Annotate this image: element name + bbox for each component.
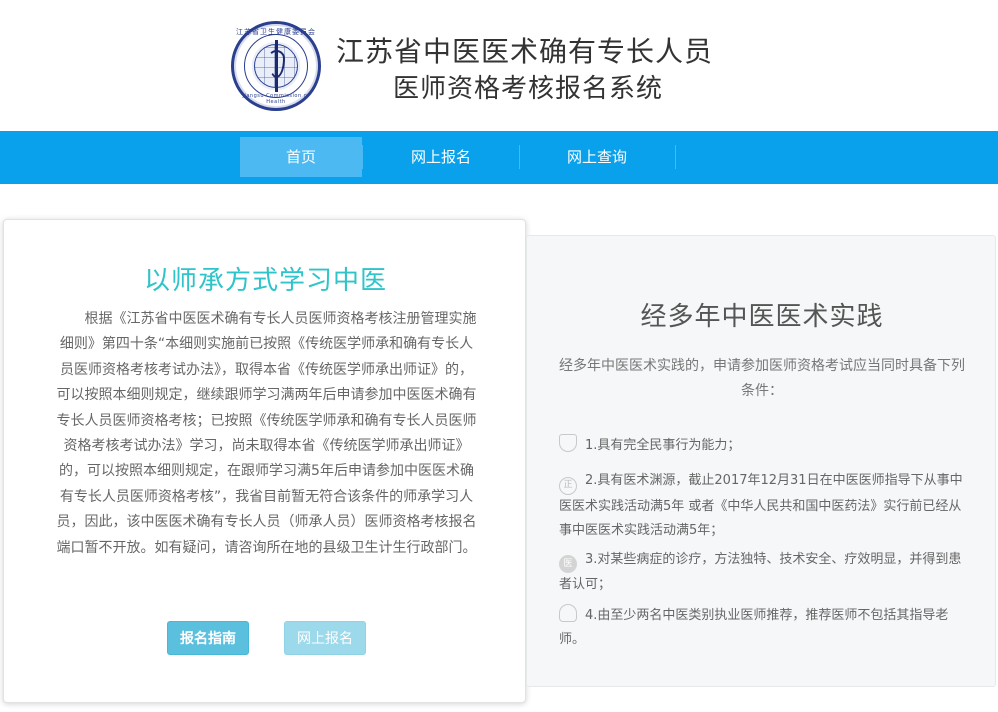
condition-text: 1.具有完全民事行为能力；: [585, 438, 741, 453]
registration-guide-button[interactable]: 报名指南: [167, 621, 249, 655]
condition-text: 2.具有医术渊源，截止2017年12月31日在中医医师指导下从事中医医术实践活动…: [559, 473, 963, 538]
practice-card-title: 经多年中医医术实践: [640, 302, 884, 332]
condition-item: 4.由至少两名中医类别执业医师推荐，推荐医师不包括其指导老师。: [559, 604, 969, 652]
nav-item-online-register[interactable]: 网上报名: [380, 137, 502, 177]
shield-icon: [559, 434, 577, 452]
condition-item: 1.具有完全民事行为能力；: [559, 434, 969, 458]
nav-divider: [519, 145, 520, 169]
apprenticeship-card-body: 根据《江苏省中医医术确有专长人员医师资格考核注册管理实施细则》第四十条“本细则实…: [56, 311, 477, 556]
site-title-line2: 医师资格考核报名系统: [393, 74, 664, 104]
practice-card-intro: 经多年中医医术实践的，申请参加医师资格考试应当同时具备下列条件：: [559, 358, 965, 399]
nav-item-online-query[interactable]: 网上查询: [536, 137, 658, 177]
condition-item: 正 2.具有医术渊源，截止2017年12月31日在中医医师指导下从事中医医术实践活…: [559, 469, 969, 543]
site-header: 江苏省卫生健康委员会 Jiangsu Commission of Health …: [0, 0, 998, 131]
nav-divider: [675, 145, 676, 169]
apprenticeship-card: 以师承方式学习中医 根据《江苏省中医医术确有专长人员医师资格考核注册管理实施细则…: [3, 219, 526, 703]
medical-icon: 医: [559, 555, 577, 573]
condition-text: 4.由至少两名中医类别执业医师推荐，推荐医师不包括其指导老师。: [559, 608, 949, 647]
people-icon: [559, 604, 577, 622]
online-register-button[interactable]: 网上报名: [284, 621, 366, 655]
practice-card: 经多年中医医术实践 经多年中医医术实践的，申请参加医师资格考试应当同时具备下列条…: [526, 235, 996, 687]
apprenticeship-card-title: 以师承方式学习中医: [143, 266, 387, 296]
nav-item-home[interactable]: 首页: [240, 137, 362, 177]
certificate-icon: 正: [559, 477, 577, 495]
logo-text-bottom: Jiangsu Commission of Health: [242, 93, 310, 105]
site-title-line1: 江苏省中医医术确有专长人员: [336, 35, 714, 68]
condition-item: 医 3.对某些病症的诊疗，方法独特、技术安全、疗效明显，并得到患者认可；: [559, 548, 969, 597]
nav-divider: [362, 145, 363, 169]
condition-text: 3.对某些病症的诊疗，方法独特、技术安全、疗效明显，并得到患者认可；: [559, 552, 962, 592]
main-nav: 首页 网上报名 网上查询: [0, 131, 998, 184]
commission-logo-icon: 江苏省卫生健康委员会 Jiangsu Commission of Health: [231, 21, 321, 111]
